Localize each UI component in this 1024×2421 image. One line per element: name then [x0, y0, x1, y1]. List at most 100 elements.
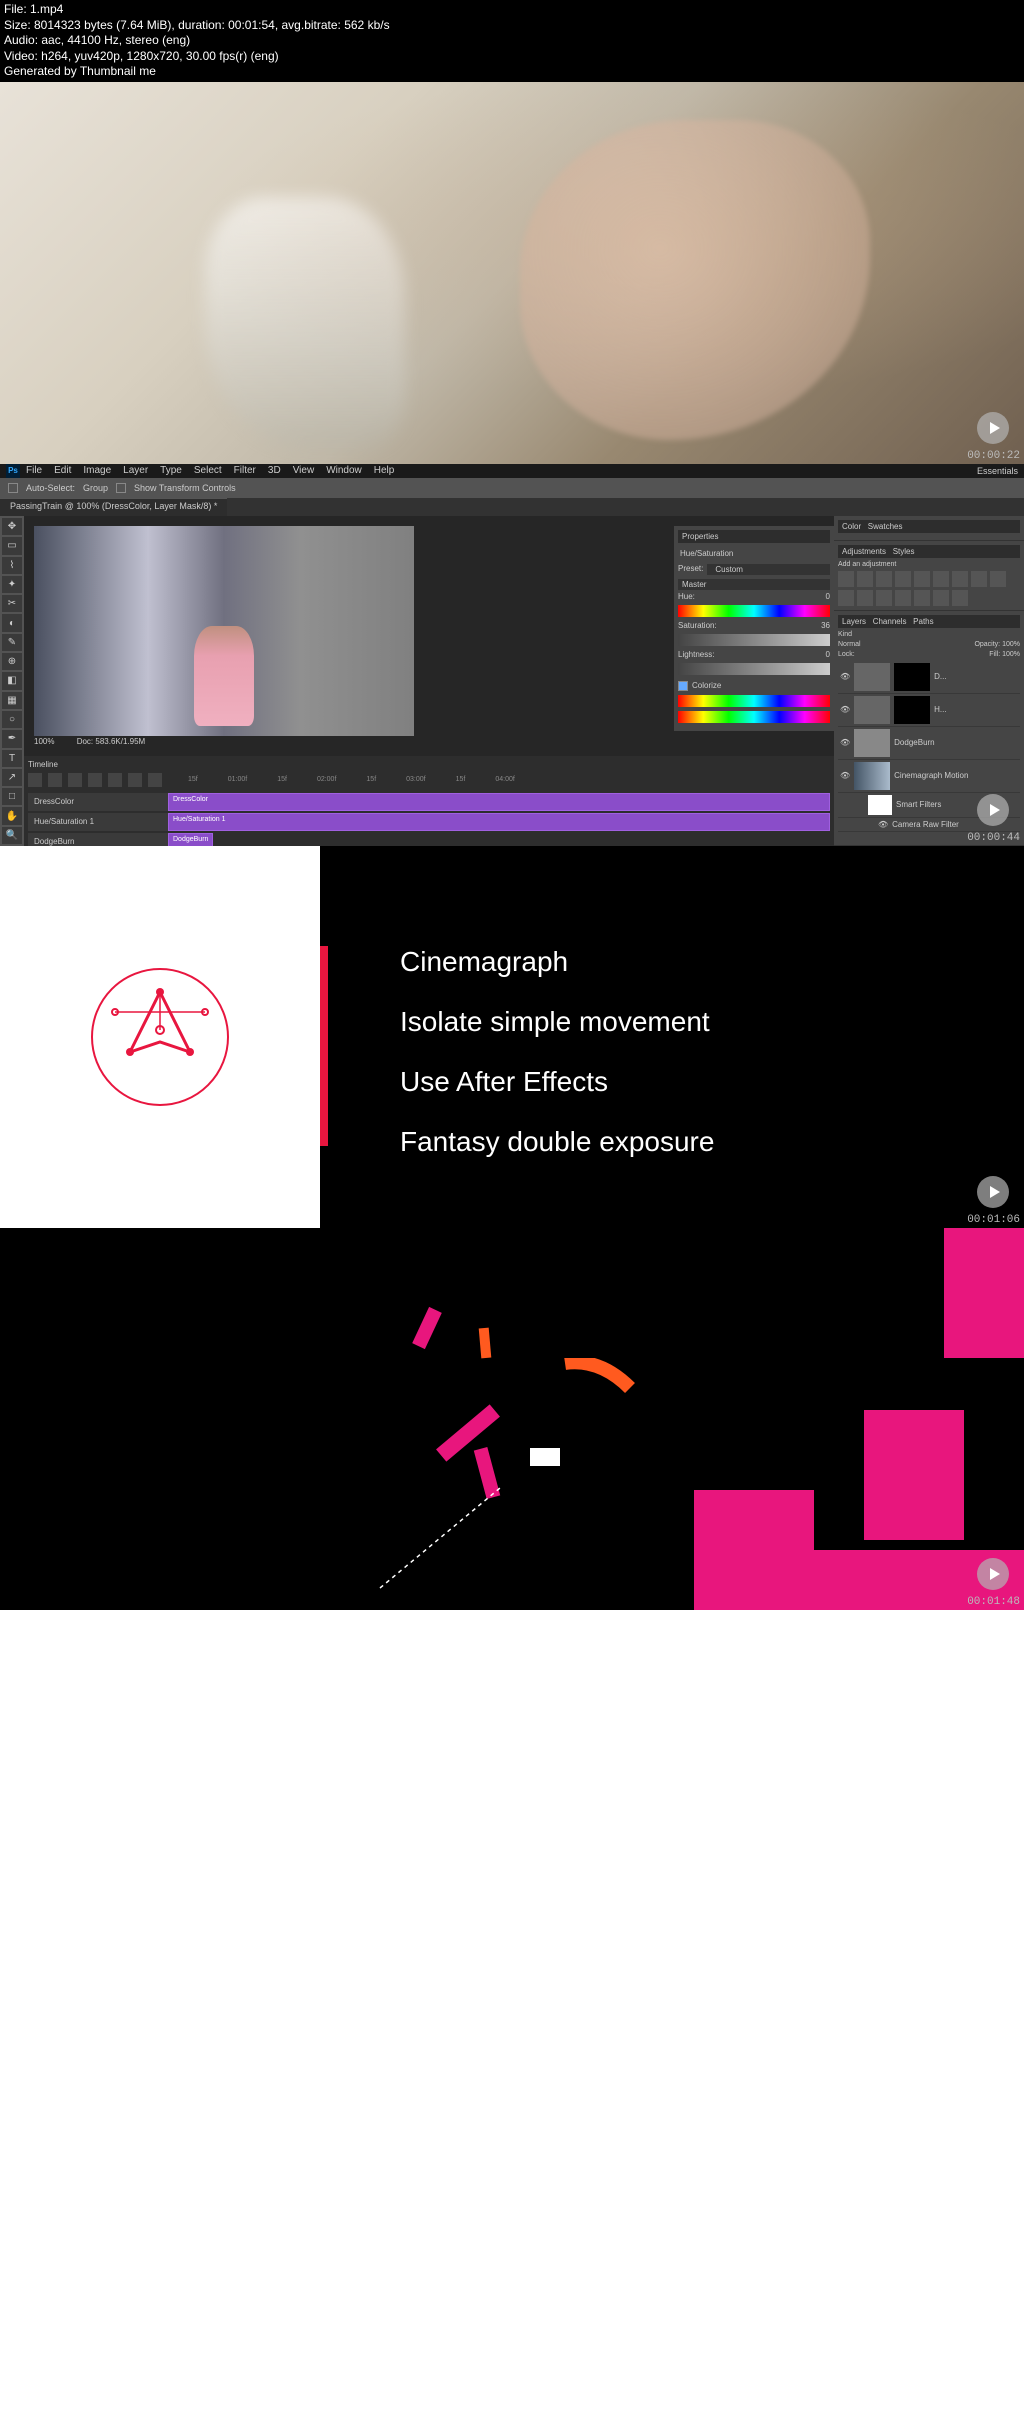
tl-prev-frame[interactable] — [48, 773, 62, 787]
lasso-tool[interactable]: ⌇ — [2, 557, 22, 574]
play-button-4[interactable] — [977, 1558, 1009, 1590]
auto-select-checkbox[interactable] — [8, 483, 18, 493]
hue-value[interactable]: 0 — [826, 592, 830, 601]
tl-first-frame[interactable] — [28, 773, 42, 787]
layer-row[interactable]: 👁 Cinemagraph Motion — [838, 760, 1020, 793]
workspace-label[interactable]: Essentials — [977, 466, 1018, 476]
eye-icon[interactable]: 👁 — [878, 820, 888, 829]
menu-select[interactable]: Select — [194, 465, 222, 476]
brush-tool[interactable]: ✎ — [2, 634, 22, 651]
menu-filter[interactable]: Filter — [234, 465, 256, 476]
menu-image[interactable]: Image — [83, 465, 111, 476]
zoom-tool[interactable]: 🔍 — [2, 827, 22, 844]
path-tool[interactable]: ↗ — [2, 769, 22, 786]
blend-mode[interactable]: Normal — [838, 641, 861, 648]
hue-slider[interactable] — [678, 605, 830, 617]
crop-tool[interactable]: ✂ — [2, 595, 22, 612]
show-transform-checkbox[interactable] — [116, 483, 126, 493]
color-range-slider-1[interactable] — [678, 695, 830, 707]
lightness-value[interactable]: 0 — [826, 650, 830, 659]
layer-row[interactable]: 👁 H... — [838, 694, 1020, 727]
colorize-checkbox[interactable] — [678, 681, 688, 691]
lightness-slider[interactable] — [678, 663, 830, 675]
saturation-value[interactable]: 36 — [821, 621, 830, 630]
zoom-level[interactable]: 100% — [34, 737, 54, 746]
marquee-tool[interactable]: ▭ — [2, 537, 22, 554]
eye-icon[interactable]: 👁 — [840, 672, 850, 681]
adj-color-balance-icon[interactable] — [952, 571, 968, 587]
eyedropper-tool[interactable]: ◐ — [2, 614, 22, 631]
menu-edit[interactable]: Edit — [54, 465, 71, 476]
layer-row[interactable]: 👁 DodgeBurn — [838, 727, 1020, 760]
track-clip[interactable]: Hue/Saturation 1 — [168, 813, 830, 831]
clone-tool[interactable]: ⊕ — [2, 653, 22, 670]
saturation-slider[interactable] — [678, 634, 830, 646]
adj-levels-icon[interactable] — [857, 571, 873, 587]
colorize-label: Colorize — [692, 681, 721, 690]
adj-photo-filter-icon[interactable] — [990, 571, 1006, 587]
opacity-value[interactable]: 100% — [1002, 641, 1020, 648]
tl-audio[interactable] — [108, 773, 122, 787]
swatches-tab[interactable]: Swatches — [868, 522, 903, 531]
adj-color-lookup-icon[interactable] — [857, 590, 873, 606]
adj-posterize-icon[interactable] — [895, 590, 911, 606]
channels-tab[interactable]: Channels — [873, 617, 907, 626]
adj-vibrance-icon[interactable] — [914, 571, 930, 587]
master-dropdown[interactable]: Master — [678, 579, 830, 590]
text-tool[interactable]: T — [2, 750, 22, 767]
track-clip[interactable]: DressColor — [168, 793, 830, 811]
paths-tab[interactable]: Paths — [913, 617, 933, 626]
blur-tool[interactable]: ○ — [2, 711, 22, 728]
adj-curves-icon[interactable] — [876, 571, 892, 587]
adj-gradient-map-icon[interactable] — [933, 590, 949, 606]
wand-tool[interactable]: ✦ — [2, 576, 22, 593]
adj-bw-icon[interactable] — [971, 571, 987, 587]
preset-dropdown[interactable]: Custom — [707, 564, 830, 575]
timeline-track[interactable]: Hue/Saturation 1 Hue/Saturation 1 — [28, 813, 830, 831]
menu-view[interactable]: View — [293, 465, 315, 476]
menu-3d[interactable]: 3D — [268, 465, 281, 476]
file-generator: Generated by Thumbnail me — [4, 64, 1020, 80]
adj-brightness-icon[interactable] — [838, 571, 854, 587]
adjustments-tab[interactable]: Adjustments — [842, 547, 886, 556]
adj-exposure-icon[interactable] — [895, 571, 911, 587]
slide-item-2: Isolate simple movement — [360, 1006, 984, 1038]
layer-row[interactable]: 👁 D... — [838, 661, 1020, 694]
menu-help[interactable]: Help — [374, 465, 395, 476]
adj-invert-icon[interactable] — [876, 590, 892, 606]
adj-hue-icon[interactable] — [933, 571, 949, 587]
play-button-3[interactable] — [977, 1176, 1009, 1208]
gradient-tool[interactable]: ▦ — [2, 692, 22, 709]
tl-transition[interactable] — [148, 773, 162, 787]
menu-type[interactable]: Type — [160, 465, 182, 476]
document-tab[interactable]: PassingTrain @ 100% (DressColor, Layer M… — [0, 498, 227, 516]
play-button-2[interactable] — [977, 794, 1009, 826]
fill-value[interactable]: 100% — [1002, 651, 1020, 658]
eye-icon[interactable]: 👁 — [840, 705, 850, 714]
color-range-slider-2[interactable] — [678, 711, 830, 723]
canvas[interactable] — [34, 526, 414, 736]
adj-threshold-icon[interactable] — [914, 590, 930, 606]
tl-play[interactable] — [68, 773, 82, 787]
layers-tab[interactable]: Layers — [842, 617, 866, 626]
adj-channel-mixer-icon[interactable] — [838, 590, 854, 606]
play-button-1[interactable] — [977, 412, 1009, 444]
move-tool[interactable]: ✥ — [2, 518, 22, 535]
color-tab[interactable]: Color — [842, 522, 861, 531]
eraser-tool[interactable]: ◧ — [2, 672, 22, 689]
menu-layer[interactable]: Layer — [123, 465, 148, 476]
menu-file[interactable]: File — [26, 465, 42, 476]
adj-selective-color-icon[interactable] — [952, 590, 968, 606]
eye-icon[interactable]: 👁 — [840, 738, 850, 747]
layer-name: D... — [934, 672, 946, 681]
shape-tool[interactable]: □ — [2, 788, 22, 805]
timeline-track[interactable]: DressColor DressColor — [28, 793, 830, 811]
group-dropdown[interactable]: Group — [83, 483, 108, 493]
eye-icon[interactable]: 👁 — [840, 771, 850, 780]
hand-tool[interactable]: ✋ — [2, 807, 22, 824]
menu-window[interactable]: Window — [326, 465, 362, 476]
pen-tool[interactable]: ✒ — [2, 730, 22, 747]
styles-tab[interactable]: Styles — [893, 547, 915, 556]
tl-split[interactable] — [128, 773, 142, 787]
tl-next-frame[interactable] — [88, 773, 102, 787]
